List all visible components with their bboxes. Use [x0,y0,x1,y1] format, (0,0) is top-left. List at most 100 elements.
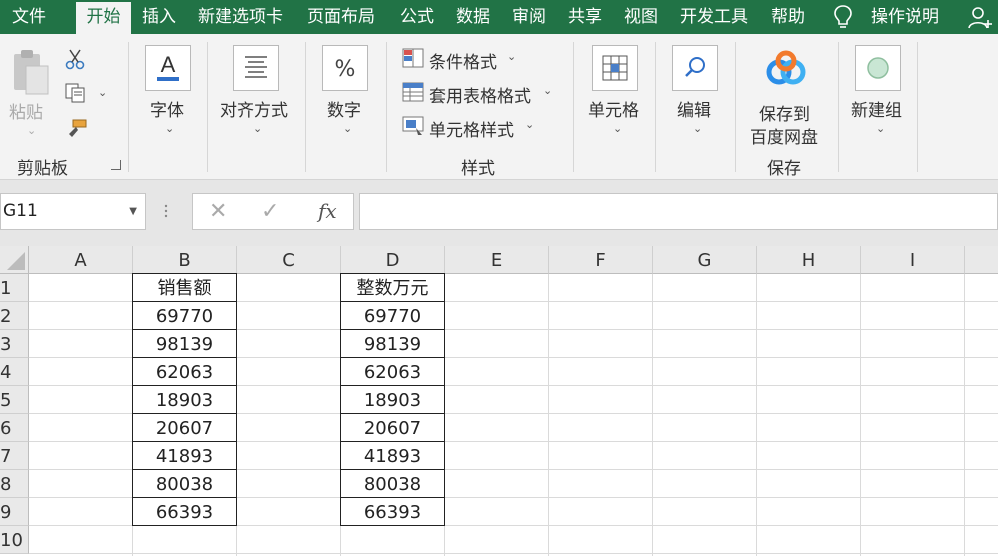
tell-me-box[interactable]: 操作说明 [871,0,939,34]
cell-b1[interactable]: 销售额 [132,273,237,302]
cell-b7[interactable]: 41893 [132,442,237,470]
paste-caret[interactable]: ⌄ [27,124,36,137]
cell-d2[interactable]: 69770 [340,302,445,330]
cells-caret[interactable]: ⌄ [613,122,622,135]
format-painter-icon[interactable] [64,118,88,140]
copy-caret[interactable]: ⌄ [98,86,107,99]
column-header-h[interactable]: H [757,246,861,274]
conditional-format-caret[interactable]: ⌄ [507,50,516,63]
column-header-j[interactable] [965,246,998,274]
confirm-icon[interactable]: ✓ [261,194,279,229]
new-group-button[interactable] [855,45,901,91]
tab-developer[interactable]: 开发工具 [680,0,748,34]
cell-styles-button[interactable]: 单元格样式 [429,116,514,141]
cell-b8[interactable]: 80038 [132,470,237,498]
clipboard-launcher-icon[interactable] [111,160,121,170]
font-button[interactable]: A [145,45,191,91]
cell-d8[interactable]: 80038 [340,470,445,498]
cell-b5[interactable]: 18903 [132,386,237,414]
tab-data[interactable]: 数据 [456,0,490,34]
editing-button[interactable] [672,45,718,91]
column-header-e[interactable]: E [445,246,549,274]
chevron-down-icon[interactable]: ▼ [129,194,137,229]
table-format-icon[interactable] [402,82,424,102]
person-add-icon[interactable] [968,6,994,30]
cell-d7[interactable]: 41893 [340,442,445,470]
cell-d4[interactable]: 62063 [340,358,445,386]
row-header-5[interactable]: 5 [0,386,29,414]
row-header-9[interactable]: 9 [0,498,29,526]
row-header-2[interactable]: 2 [0,302,29,330]
name-box[interactable]: G11 ▼ [0,193,146,230]
cell-d1[interactable]: 整数万元 [340,273,445,302]
lightbulb-icon[interactable] [833,4,853,30]
cell-styles-icon[interactable] [402,116,424,136]
tab-view[interactable]: 视图 [624,0,658,34]
row-header-4[interactable]: 4 [0,358,29,386]
tab-help[interactable]: 帮助 [771,0,805,34]
alignment-label[interactable]: 对齐方式 [220,96,288,121]
grip-dots-icon[interactable] [164,204,168,218]
cell-d3[interactable]: 98139 [340,330,445,358]
table-format-button[interactable]: 套用表格格式 [429,82,531,107]
conditional-format-icon[interactable] [402,48,424,68]
cells-label[interactable]: 单元格 [588,96,639,121]
tab-insert[interactable]: 插入 [142,0,176,34]
new-group-label[interactable]: 新建组 [851,96,902,121]
cell-d6[interactable]: 20607 [340,414,445,442]
spreadsheet-grid[interactable]: A B C D E F G H I 1 2 3 4 5 6 7 8 9 10 销… [0,246,998,556]
cell-styles-caret[interactable]: ⌄ [525,118,534,131]
column-header-d[interactable]: D [341,246,445,274]
save-baidu-line1[interactable]: 保存到 [759,100,810,125]
column-header-i[interactable]: I [861,246,965,274]
insert-function-icon[interactable]: fx [318,194,337,229]
font-caret[interactable]: ⌄ [165,122,174,135]
cell-d9[interactable]: 66393 [340,498,445,526]
column-header-c[interactable]: C [237,246,341,274]
number-caret[interactable]: ⌄ [343,122,352,135]
cell-b2[interactable]: 69770 [132,302,237,330]
cell-b9[interactable]: 66393 [132,498,237,526]
row-header-6[interactable]: 6 [0,414,29,442]
select-all-corner[interactable] [0,246,29,274]
row-header-8[interactable]: 8 [0,470,29,498]
cell-b3[interactable]: 98139 [132,330,237,358]
column-header-a[interactable]: A [29,246,133,274]
font-label[interactable]: 字体 [150,96,184,121]
conditional-format-button[interactable]: 条件格式 [429,48,497,73]
number-label[interactable]: 数字 [327,96,361,121]
cells-button[interactable] [592,45,638,91]
paste-icon[interactable] [10,48,52,96]
save-baidu-line2[interactable]: 百度网盘 [750,123,818,148]
editing-caret[interactable]: ⌄ [693,122,702,135]
column-header-b[interactable]: B [133,246,237,274]
cell-b6[interactable]: 20607 [132,414,237,442]
row-header-10[interactable]: 10 [0,526,29,554]
table-format-caret[interactable]: ⌄ [543,84,552,97]
tab-review[interactable]: 审阅 [512,0,546,34]
row-header-1[interactable]: 1 [0,274,29,302]
row-header-7[interactable]: 7 [0,442,29,470]
alignment-caret[interactable]: ⌄ [253,122,262,135]
cell-b4[interactable]: 62063 [132,358,237,386]
formula-input[interactable] [359,193,998,230]
number-button[interactable]: % [322,45,368,91]
tab-formulas[interactable]: 公式 [400,0,434,34]
tab-page-layout[interactable]: 页面布局 [307,0,375,34]
alignment-button[interactable] [233,45,279,91]
paste-label[interactable]: 粘贴 [9,98,43,123]
editing-label[interactable]: 编辑 [677,96,711,121]
cancel-icon[interactable]: ✕ [209,194,227,229]
row-header-3[interactable]: 3 [0,330,29,358]
scissors-icon[interactable] [64,48,86,70]
column-header-g[interactable]: G [653,246,757,274]
tab-share[interactable]: 共享 [568,0,602,34]
tab-new[interactable]: 新建选项卡 [198,0,283,34]
baidu-netdisk-icon[interactable] [763,50,809,88]
column-header-f[interactable]: F [549,246,653,274]
tab-file[interactable]: 文件 [12,0,46,34]
tab-home[interactable]: 开始 [76,2,131,34]
new-group-caret[interactable]: ⌄ [876,122,885,135]
copy-icon[interactable] [64,82,88,104]
cell-d5[interactable]: 18903 [340,386,445,414]
